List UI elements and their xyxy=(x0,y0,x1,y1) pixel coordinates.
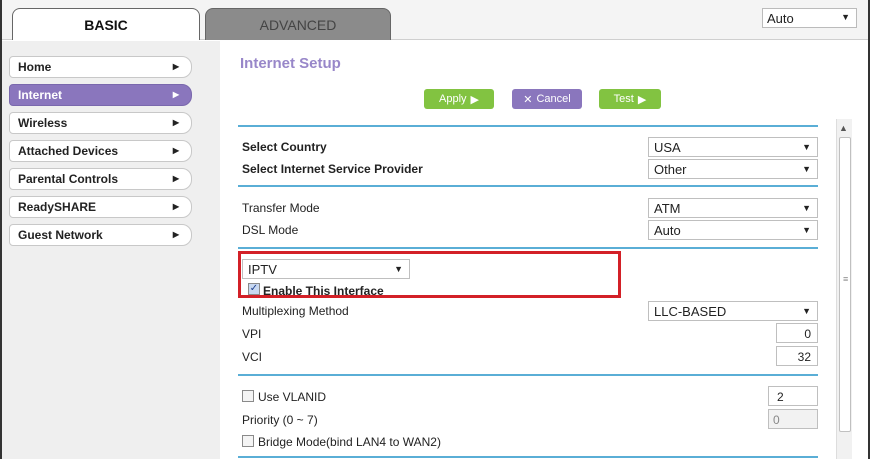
sidebar-item-label: Guest Network xyxy=(18,228,103,242)
multiplexing-select-value: LLC-BASED xyxy=(654,304,727,319)
apply-button-label: Apply xyxy=(439,93,467,105)
language-select[interactable]: Auto ▼ xyxy=(762,8,857,28)
sidebar-item-label: ReadySHARE xyxy=(18,200,97,214)
country-select[interactable]: USA ▼ xyxy=(648,137,818,157)
sidebar-item-label: Home xyxy=(18,60,52,74)
chevron-right-icon: ▶ xyxy=(172,62,179,71)
section-divider xyxy=(238,125,818,127)
grip-icon: ≡ xyxy=(843,274,849,284)
section-divider xyxy=(238,456,818,458)
chevron-right-icon: ▶ xyxy=(172,146,179,155)
test-button-label: Test xyxy=(613,93,634,105)
chevron-down-icon: ▼ xyxy=(802,225,811,235)
vci-label: VCI xyxy=(242,350,263,364)
tab-advanced[interactable]: ADVANCED xyxy=(205,8,391,40)
vlan-id-input[interactable]: 2 xyxy=(768,386,818,406)
top-tab-bar: BASIC ADVANCED Auto ▼ xyxy=(2,0,868,40)
vpi-input[interactable]: 0 xyxy=(776,323,818,343)
sidebar-item-internet[interactable]: Internet ▶ xyxy=(9,84,192,106)
vci-input[interactable]: 32 xyxy=(776,346,818,366)
multiplexing-label: Multiplexing Method xyxy=(242,304,349,318)
chevron-right-icon: ▶ xyxy=(172,230,179,239)
highlight-box xyxy=(238,251,621,298)
close-icon: ✕ xyxy=(523,93,533,106)
cancel-button[interactable]: ✕ Cancel xyxy=(512,89,582,109)
play-arrow-icon: ▶ xyxy=(470,93,479,106)
sidebar-item-home[interactable]: Home ▶ xyxy=(9,56,192,78)
chevron-right-icon: ▶ xyxy=(172,90,179,99)
tab-basic[interactable]: BASIC xyxy=(12,8,200,40)
chevron-right-icon: ▶ xyxy=(172,118,179,127)
priority-label: Priority (0 ~ 7) xyxy=(242,413,318,427)
cancel-button-label: Cancel xyxy=(536,93,571,105)
chevron-down-icon: ▼ xyxy=(802,164,811,174)
bridge-mode-label: Bridge Mode(bind LAN4 to WAN2) xyxy=(258,435,441,449)
page-title: Internet Setup xyxy=(240,55,341,72)
transfer-mode-label: Transfer Mode xyxy=(242,201,320,215)
sidebar-menu: Home ▶ Internet ▶ Wireless ▶ Attached De… xyxy=(2,41,220,459)
sidebar-item-label: Attached Devices xyxy=(18,144,119,158)
transfer-mode-select[interactable]: ATM ▼ xyxy=(648,198,818,218)
apply-button[interactable]: Apply ▶ xyxy=(424,89,494,109)
vpi-label: VPI xyxy=(242,327,262,341)
priority-input[interactable]: 0 xyxy=(768,409,818,429)
play-arrow-icon: ▶ xyxy=(637,93,647,106)
vertical-scrollbar[interactable]: ▲ ≡ xyxy=(836,119,852,459)
isp-label: Select Internet Service Provider xyxy=(242,162,423,176)
dsl-mode-value: Auto xyxy=(654,223,681,238)
scrollbar-thumb[interactable]: ≡ xyxy=(839,137,851,432)
scroll-up-arrow-icon[interactable]: ▲ xyxy=(839,123,848,133)
sidebar-item-label: Parental Controls xyxy=(18,172,119,186)
sidebar-item-guest-network[interactable]: Guest Network ▶ xyxy=(9,224,192,246)
test-button[interactable]: Test ▶ xyxy=(599,89,661,109)
sidebar-item-parental-controls[interactable]: Parental Controls ▶ xyxy=(9,168,192,190)
chevron-down-icon: ▼ xyxy=(802,203,811,213)
section-divider xyxy=(238,247,818,249)
isp-select-value: Other xyxy=(654,162,687,177)
vlan-label: Use VLANID xyxy=(258,390,327,404)
dsl-mode-select[interactable]: Auto ▼ xyxy=(648,220,818,240)
dsl-mode-label: DSL Mode xyxy=(242,223,299,237)
sidebar-item-wireless[interactable]: Wireless ▶ xyxy=(9,112,192,134)
sidebar-item-attached-devices[interactable]: Attached Devices ▶ xyxy=(9,140,192,162)
vlan-checkbox[interactable] xyxy=(242,390,254,402)
chevron-down-icon: ▼ xyxy=(802,306,811,316)
language-select-value: Auto xyxy=(767,11,794,26)
bridge-mode-checkbox[interactable] xyxy=(242,435,254,447)
chevron-right-icon: ▶ xyxy=(172,174,179,183)
main-panel: Internet Setup Apply ▶ ✕ Cancel Test ▶ S… xyxy=(220,41,868,459)
country-select-value: USA xyxy=(654,140,681,155)
chevron-right-icon: ▶ xyxy=(172,202,179,211)
chevron-down-icon: ▼ xyxy=(802,142,811,152)
sidebar-item-label: Wireless xyxy=(18,116,68,130)
transfer-mode-value: ATM xyxy=(654,201,681,216)
sidebar-item-label: Internet xyxy=(18,88,63,102)
section-divider xyxy=(238,374,818,376)
section-divider xyxy=(238,185,818,187)
sidebar-item-readyshare[interactable]: ReadySHARE ▶ xyxy=(9,196,192,218)
isp-select[interactable]: Other ▼ xyxy=(648,159,818,179)
multiplexing-select[interactable]: LLC-BASED ▼ xyxy=(648,301,818,321)
chevron-down-icon: ▼ xyxy=(841,12,850,22)
country-label: Select Country xyxy=(242,140,327,154)
